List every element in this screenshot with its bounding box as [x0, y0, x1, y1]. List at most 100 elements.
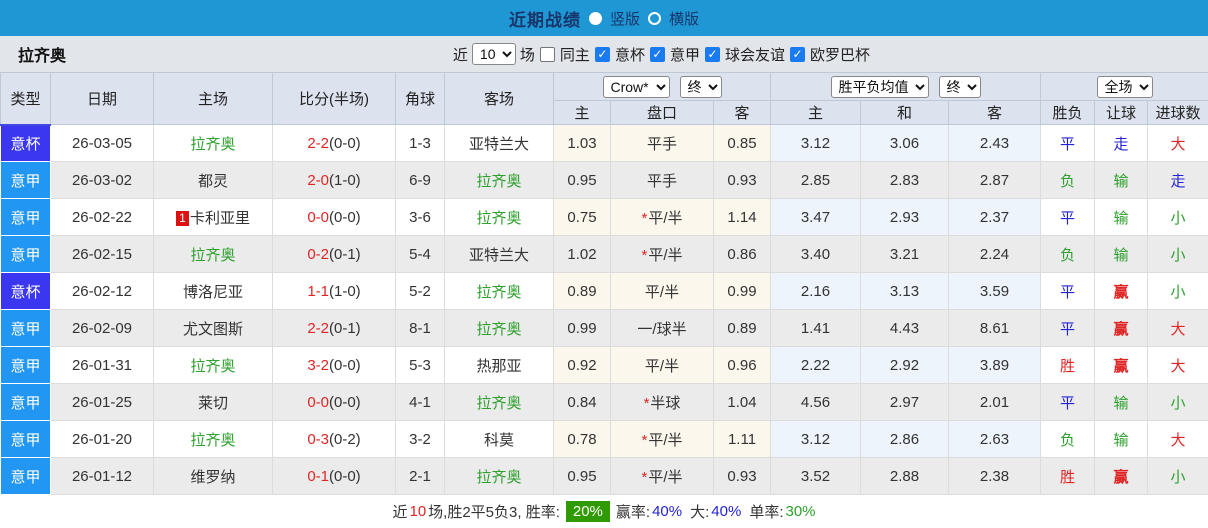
summary-prefix: 近	[392, 501, 407, 522]
header-type[interactable]: 类型	[1, 73, 51, 125]
odds-away: 0.86	[714, 236, 771, 273]
red-card-badge: 1	[176, 211, 189, 226]
avg-away: 2.87	[949, 162, 1041, 199]
scope-select[interactable]: 全场	[1097, 76, 1153, 98]
handicap-star: *	[641, 210, 647, 227]
horizontal-radio-label[interactable]: 横版	[669, 8, 699, 29]
handicap-line: *平/半	[611, 421, 714, 458]
table-row: 意甲26-01-12维罗纳0-1(0-0)2-1拉齐奥0.95*平/半0.933…	[1, 458, 1208, 495]
type-badge: 意杯	[1, 273, 51, 310]
avg-home: 3.12	[771, 125, 861, 162]
single-label: 单率:	[749, 501, 783, 522]
letball-outcome: 输	[1095, 162, 1148, 199]
away-team: 拉齐奥	[445, 162, 554, 199]
same-home-label[interactable]: 同主	[560, 44, 590, 65]
corner-score: 6-9	[396, 162, 445, 199]
letball-outcome: 输	[1095, 199, 1148, 236]
match-date: 26-02-22	[51, 199, 154, 236]
odds-away: 1.04	[714, 384, 771, 421]
handicap-star: *	[641, 432, 647, 449]
letball-outcome: 赢	[1095, 273, 1148, 310]
home-team: 莱切	[154, 384, 273, 421]
away-team: 拉齐奥	[445, 199, 554, 236]
match-date: 26-01-20	[51, 421, 154, 458]
goals-outcome: 走	[1148, 162, 1208, 199]
table-row: 意甲26-02-221卡利亚里0-0(0-0)3-6拉齐奥0.75*平/半1.1…	[1, 199, 1208, 236]
vertical-radio-label[interactable]: 竖版	[610, 8, 640, 29]
home-team: 博洛尼亚	[154, 273, 273, 310]
table-row: 意杯26-03-05拉齐奥2-2(0-0)1-3亚特兰大1.03平手0.853.…	[1, 125, 1208, 162]
big-label: 大:	[690, 501, 709, 522]
away-team: 亚特兰大	[445, 125, 554, 162]
avg-draw: 3.13	[861, 273, 949, 310]
subheader-handicap: 盘口	[611, 101, 714, 125]
odds-time-select[interactable]: 终	[680, 76, 722, 98]
result-outcome: 胜	[1041, 347, 1095, 384]
europa-checkbox[interactable]: ✓	[790, 47, 805, 62]
type-badge: 意甲	[1, 236, 51, 273]
avg-away: 8.61	[949, 310, 1041, 347]
handicap-star: *	[641, 247, 647, 264]
goals-outcome: 大	[1148, 421, 1208, 458]
odds-company-select[interactable]: Crow*	[603, 76, 670, 98]
table-row: 意杯26-02-12博洛尼亚1-1(1-0)5-2拉齐奥0.89平/半0.992…	[1, 273, 1208, 310]
avg-home: 3.40	[771, 236, 861, 273]
same-home-checkbox[interactable]	[540, 47, 555, 62]
result-outcome: 平	[1041, 199, 1095, 236]
avg-draw: 4.43	[861, 310, 949, 347]
header-score[interactable]: 比分(半场)	[273, 73, 396, 125]
handicap-line: 平手	[611, 162, 714, 199]
odds-away: 0.96	[714, 347, 771, 384]
league-checkbox[interactable]: ✓	[650, 47, 665, 62]
avg-away: 2.01	[949, 384, 1041, 421]
table-row: 意甲26-03-02都灵2-0(1-0)6-9拉齐奥0.95平手0.932.85…	[1, 162, 1208, 199]
single-value: 30%	[785, 503, 815, 520]
europa-checkbox-label[interactable]: 欧罗巴杯	[810, 44, 870, 65]
avg-time-select[interactable]: 终	[939, 76, 981, 98]
type-badge: 意甲	[1, 458, 51, 495]
letball-outcome: 赢	[1095, 458, 1148, 495]
handicap-line: 平/半	[611, 347, 714, 384]
avg-draw: 3.06	[861, 125, 949, 162]
away-team: 拉齐奥	[445, 310, 554, 347]
header-home[interactable]: 主场	[154, 73, 273, 125]
league-checkbox-label[interactable]: 意甲	[670, 44, 700, 65]
avg-mode-select[interactable]: 胜平负均值	[831, 76, 929, 98]
subheader-odds-home: 主	[554, 101, 611, 125]
big-value: 40%	[711, 503, 741, 520]
avg-away: 3.59	[949, 273, 1041, 310]
avg-away: 3.89	[949, 347, 1041, 384]
avg-away: 2.24	[949, 236, 1041, 273]
match-score: 2-2(0-1)	[273, 310, 396, 347]
goals-outcome: 大	[1148, 310, 1208, 347]
friendly-checkbox-label[interactable]: 球会友谊	[725, 44, 785, 65]
cup-checkbox[interactable]: ✓	[595, 47, 610, 62]
home-team: 拉齐奥	[154, 125, 273, 162]
header-away[interactable]: 客场	[445, 73, 554, 125]
home-team: 都灵	[154, 162, 273, 199]
odds-home: 0.99	[554, 310, 611, 347]
goals-outcome: 小	[1148, 384, 1208, 421]
subheader-odds-away: 客	[714, 101, 771, 125]
odds-home: 0.78	[554, 421, 611, 458]
horizontal-radio[interactable]	[648, 12, 661, 25]
friendly-checkbox[interactable]: ✓	[705, 47, 720, 62]
header-corner[interactable]: 角球	[396, 73, 445, 125]
goals-outcome: 小	[1148, 273, 1208, 310]
subheader-avg-draw: 和	[861, 101, 949, 125]
scope-group-header: 全场	[1041, 73, 1208, 101]
away-team: 拉齐奥	[445, 458, 554, 495]
corner-score: 4-1	[396, 384, 445, 421]
near-label: 近	[453, 44, 468, 65]
match-count-select[interactable]: 10	[472, 43, 516, 65]
cup-checkbox-label[interactable]: 意杯	[615, 44, 645, 65]
avg-home: 3.52	[771, 458, 861, 495]
odds-home: 0.92	[554, 347, 611, 384]
corner-score: 5-4	[396, 236, 445, 273]
away-team: 亚特兰大	[445, 236, 554, 273]
vertical-radio[interactable]	[589, 12, 602, 25]
results-table: 类型 日期 主场 比分(半场) 角球 客场 Crow* 终 胜平负均值 终 全场	[0, 72, 1208, 495]
corner-score: 5-2	[396, 273, 445, 310]
header-date[interactable]: 日期	[51, 73, 154, 125]
type-badge: 意甲	[1, 347, 51, 384]
